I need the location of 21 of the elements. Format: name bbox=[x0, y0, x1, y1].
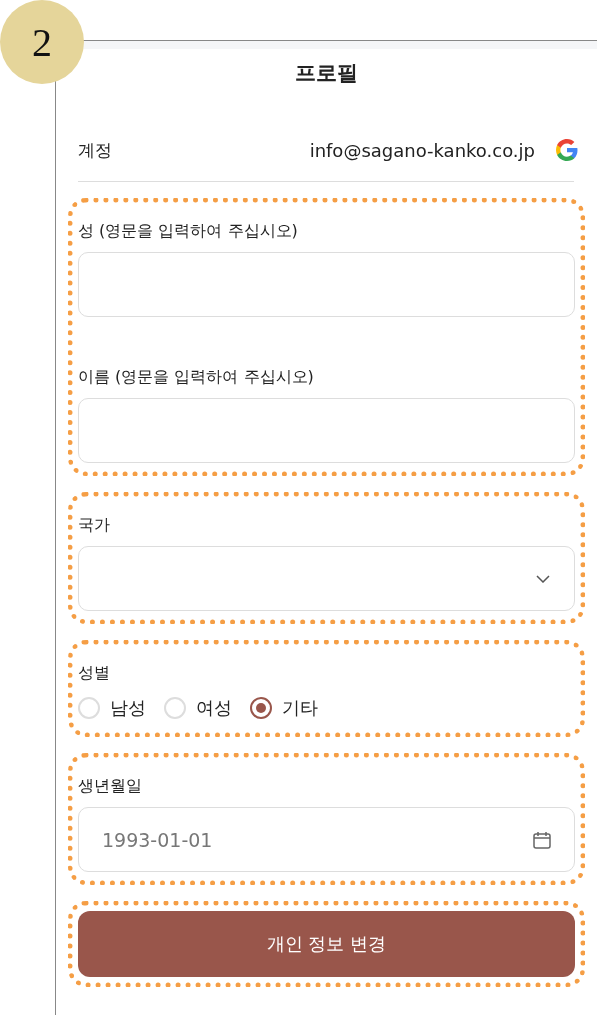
field-label: 생년월일 bbox=[78, 775, 143, 797]
submit-button[interactable]: 개인 정보 변경 bbox=[78, 911, 575, 977]
google-icon bbox=[555, 138, 579, 162]
country-dropdown[interactable] bbox=[78, 546, 575, 611]
page-title: 프로필 bbox=[294, 60, 359, 87]
field-label: 성별 bbox=[78, 662, 111, 684]
text-field[interactable] bbox=[78, 252, 575, 317]
radio-label[interactable]: 남성 bbox=[110, 696, 146, 720]
radio-label[interactable]: 기타 bbox=[282, 696, 318, 720]
calendar-icon bbox=[532, 829, 552, 850]
field-label: 성 (영문을 입력하여 주십시오) bbox=[78, 220, 299, 242]
step-badge: 2 bbox=[0, 0, 84, 84]
account-label: 계정 bbox=[78, 138, 113, 162]
field-label: 이름 (영문을 입력하여 주십시오) bbox=[78, 366, 315, 388]
chevron-down-icon bbox=[536, 574, 550, 583]
text-field[interactable] bbox=[78, 398, 575, 463]
radio-label[interactable]: 여성 bbox=[196, 696, 232, 720]
radio-button[interactable] bbox=[250, 697, 272, 719]
date-field[interactable]: 1993-01-01 bbox=[78, 807, 575, 872]
field-label: 국가 bbox=[78, 514, 111, 536]
account-email: info@sagano-kanko.co.jp bbox=[309, 139, 535, 161]
